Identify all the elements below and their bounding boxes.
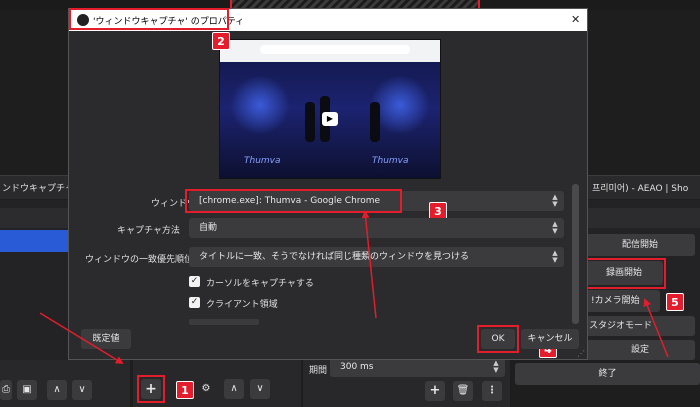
arrow-to-window-select — [361, 210, 377, 319]
annotation-arrows — [39, 210, 669, 365]
arrow-to-add-button — [39, 312, 124, 365]
arrow-to-record-button — [643, 298, 669, 358]
